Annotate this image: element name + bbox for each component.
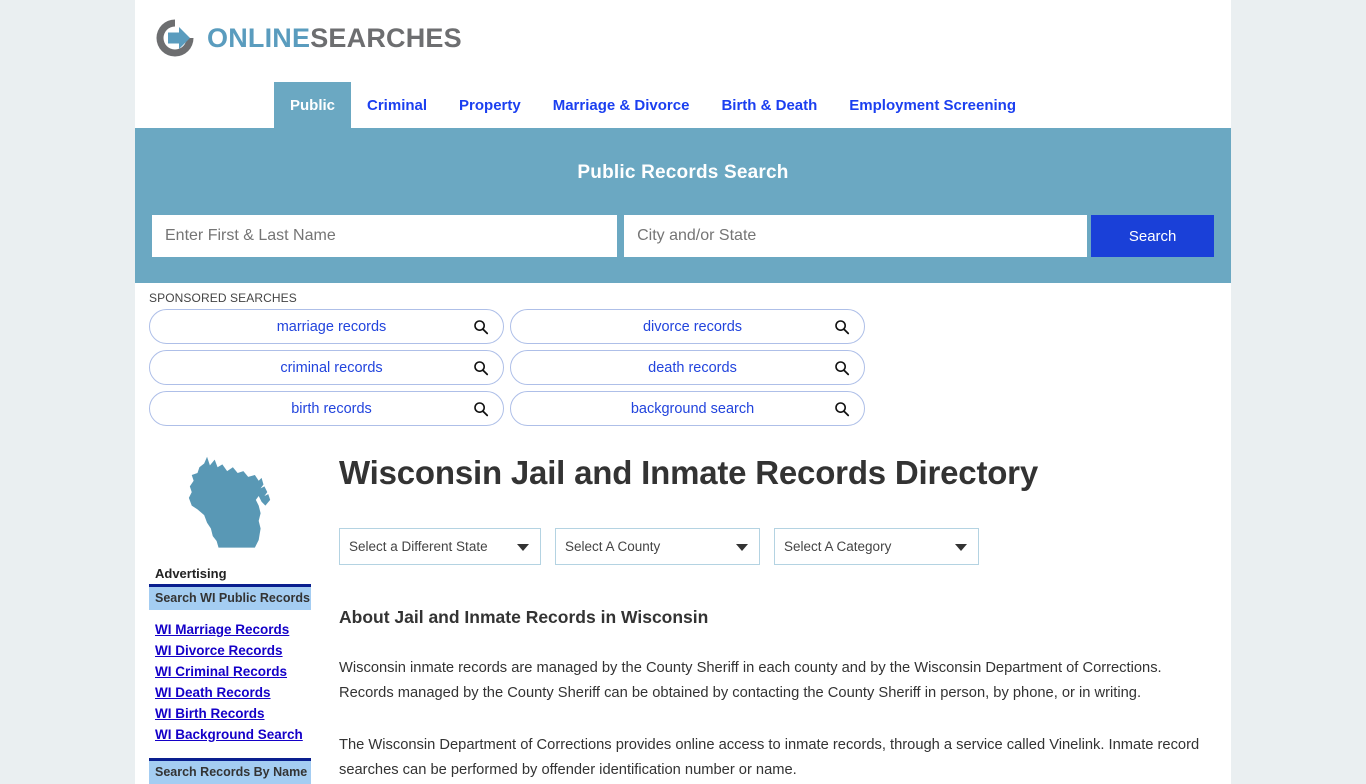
search-icon (473, 401, 489, 417)
sidebar-header-public-records: Search WI Public Records (149, 584, 311, 610)
banner-title: Public Records Search (577, 162, 789, 183)
sponsored-pill-birth-records[interactable]: birth records (149, 391, 504, 426)
tab-property[interactable]: Property (443, 82, 537, 128)
state-select[interactable]: Select a Different State (339, 527, 541, 565)
category-select[interactable]: Select A Category (774, 527, 979, 565)
chevron-down-icon (736, 543, 748, 551)
search-icon (473, 360, 489, 376)
advertising-label: Advertising (155, 566, 227, 581)
tab-birth-death[interactable]: Birth & Death (705, 82, 833, 128)
search-icon (834, 360, 850, 376)
main-content: Wisconsin Jail and Inmate Records Direct… (311, 436, 1217, 784)
search-icon (834, 319, 850, 335)
search-form: Search (152, 215, 1214, 257)
sidebar-link-birth-records[interactable]: WI Birth Records (155, 706, 311, 721)
about-paragraph-1: Wisconsin inmate records are managed by … (339, 659, 1162, 701)
category-select-label: Select A Category (784, 538, 892, 554)
state-select-label: Select a Different State (349, 538, 488, 554)
sidebar-link-background-search[interactable]: WI Background Search (155, 727, 311, 742)
sidebar-header-search-by-name: Search Records By Name (149, 758, 311, 784)
tab-employment-screening[interactable]: Employment Screening (833, 82, 1032, 128)
site-header: ONLINESEARCHES (135, 0, 1231, 82)
filter-selectors: Select a Different State Select A County… (339, 527, 1217, 565)
site-logo[interactable]: ONLINESEARCHES (152, 15, 462, 61)
logo-text-online: ONLINE (207, 22, 311, 53)
page-body: Advertising Search WI Public Records WI … (135, 426, 1231, 784)
sponsored-pill-label: divorce records (642, 318, 743, 335)
sponsored-pill-label: background search (630, 400, 755, 417)
sponsored-pill-death-records[interactable]: death records (510, 350, 865, 385)
sponsored-pill-marriage-records[interactable]: marriage records (149, 309, 504, 344)
sidebar-link-criminal-records[interactable]: WI Criminal Records (155, 664, 311, 679)
tab-criminal[interactable]: Criminal (351, 82, 443, 128)
sponsored-pill-background-search[interactable]: background search (510, 391, 865, 426)
sponsored-pill-label: birth records (291, 400, 372, 417)
about-heading: About Jail and Inmate Records in Wiscons… (339, 606, 709, 627)
sponsored-pill-grid: marriage records divorce records crimina… (149, 309, 1217, 426)
page-container: ONLINESEARCHES Public Criminal Property … (135, 0, 1231, 784)
county-select[interactable]: Select A County (555, 527, 760, 565)
chevron-down-icon (955, 543, 967, 551)
public-records-search-banner: Public Records Search Search (135, 128, 1231, 283)
sponsored-pill-criminal-records[interactable]: criminal records (149, 350, 504, 385)
sidebar-link-death-records[interactable]: WI Death Records (155, 685, 311, 700)
name-search-input[interactable] (152, 215, 618, 257)
search-icon (473, 319, 489, 335)
sidebar-link-divorce-records[interactable]: WI Divorce Records (155, 643, 311, 658)
sidebar: Advertising Search WI Public Records WI … (149, 436, 311, 784)
page-title: Wisconsin Jail and Inmate Records Direct… (339, 454, 1038, 491)
tab-public[interactable]: Public (274, 82, 352, 128)
search-icon (834, 401, 850, 417)
county-select-label: Select A County (565, 538, 661, 554)
chevron-down-icon (517, 543, 529, 551)
sponsored-searches-section: SPONSORED SEARCHES marriage records divo… (135, 283, 1231, 426)
sponsored-pill-label: criminal records (280, 359, 383, 376)
main-navigation: Public Criminal Property Marriage & Divo… (135, 82, 1231, 128)
wisconsin-state-map-icon (170, 452, 290, 562)
about-paragraph-2: The Wisconsin Department of Corrections … (339, 737, 1200, 778)
sponsored-searches-label: SPONSORED SEARCHES (149, 291, 297, 305)
sponsored-pill-label: death records (648, 359, 737, 376)
search-button[interactable]: Search (1091, 215, 1214, 257)
sponsored-pill-divorce-records[interactable]: divorce records (510, 309, 865, 344)
location-search-input[interactable] (624, 215, 1088, 257)
circle-arrow-logo-icon (152, 15, 198, 61)
sidebar-link-marriage-records[interactable]: WI Marriage Records (155, 622, 311, 637)
tab-marriage-divorce[interactable]: Marriage & Divorce (537, 82, 706, 128)
logo-text-searches: SEARCHES (310, 22, 462, 53)
sidebar-link-list: WI Marriage Records WI Divorce Records W… (149, 610, 311, 758)
sponsored-pill-label: marriage records (276, 318, 387, 335)
